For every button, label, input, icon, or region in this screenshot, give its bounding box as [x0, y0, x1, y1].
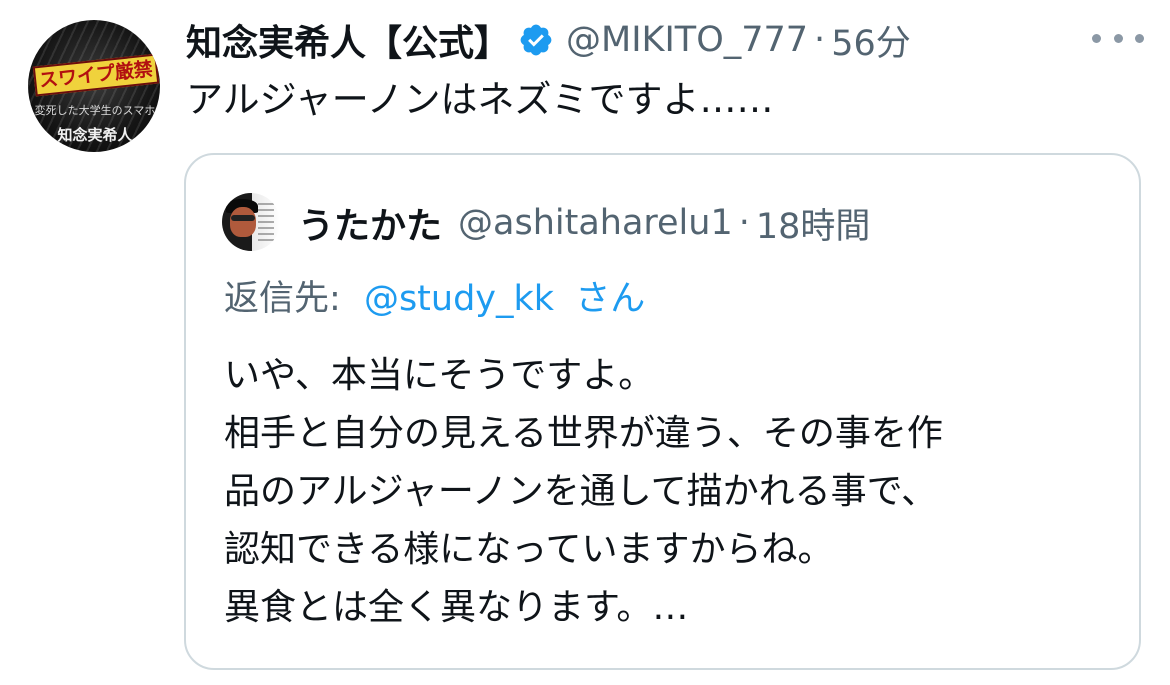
quoted-text-line: 認知できる様になっていますからね。	[224, 529, 834, 570]
quoted-text-line: 品のアルジャーノンを通して描かれる事で、	[224, 471, 938, 512]
avatar-glasses	[231, 215, 255, 221]
avatar-name-text: 知念実希人	[57, 126, 133, 144]
verified-badge-icon	[520, 24, 552, 56]
more-dot	[1092, 33, 1101, 43]
quoted-text-line: いや、本当にそうですよ。	[224, 355, 655, 396]
quoted-text-line: 異食とは全く異なります。…	[224, 587, 689, 628]
quoted-author-display-name[interactable]: うたかた	[298, 197, 442, 249]
tweet-text: アルジャーノンはネズミですよ……	[186, 78, 774, 121]
avatar-face	[230, 207, 256, 237]
more-horizontal-icon[interactable]	[1092, 26, 1144, 50]
more-dot	[1113, 33, 1123, 43]
reply-context: 返信先: @study_kk さん	[224, 271, 645, 327]
quoted-tweet-text: いや、本当にそうですよ。 相手と自分の見える世界が違う、その事を作 品のアルジャ…	[224, 347, 1124, 637]
tweet[interactable]: スワイプ厳禁 変死した大学生のスマホ 知念実希人 知念実希人【公式】 @MIKI…	[0, 0, 1170, 685]
tweet-header: 知念実希人【公式】 @MIKITO_777 · 56分	[186, 12, 911, 68]
author-display-name[interactable]: 知念実希人【公式】	[186, 14, 510, 66]
quoted-author-handle[interactable]: @ashitaharelu1	[458, 203, 733, 243]
reply-to-label: 返信先:	[224, 279, 341, 319]
quoted-tweet[interactable]: うたかた @ashitaharelu1 · 18時間 返信先: @study_k…	[184, 153, 1141, 670]
more-dot	[1135, 33, 1144, 43]
quoted-tweet-timestamp[interactable]: 18時間	[756, 198, 871, 249]
quoted-text-line: 相手と自分の見える世界が違う、その事を作	[224, 413, 943, 454]
header-separator: ·	[814, 20, 826, 60]
reply-to-suffix: さん	[575, 279, 646, 319]
avatar-marks	[258, 203, 274, 241]
author-handle[interactable]: @MIKITO_777	[566, 20, 808, 60]
tweet-timestamp[interactable]: 56分	[831, 15, 911, 66]
reply-to-handle-link[interactable]: @study_kk	[364, 279, 554, 319]
quoted-author-avatar[interactable]	[222, 193, 280, 251]
author-avatar[interactable]: スワイプ厳禁 変死した大学生のスマホ 知念実希人	[28, 20, 160, 152]
avatar-sub-text: 変死した大学生のスマホ	[34, 104, 156, 117]
quoted-tweet-header: うたかた @ashitaharelu1 · 18時間	[298, 195, 870, 251]
quoted-header-separator: ·	[738, 203, 750, 243]
